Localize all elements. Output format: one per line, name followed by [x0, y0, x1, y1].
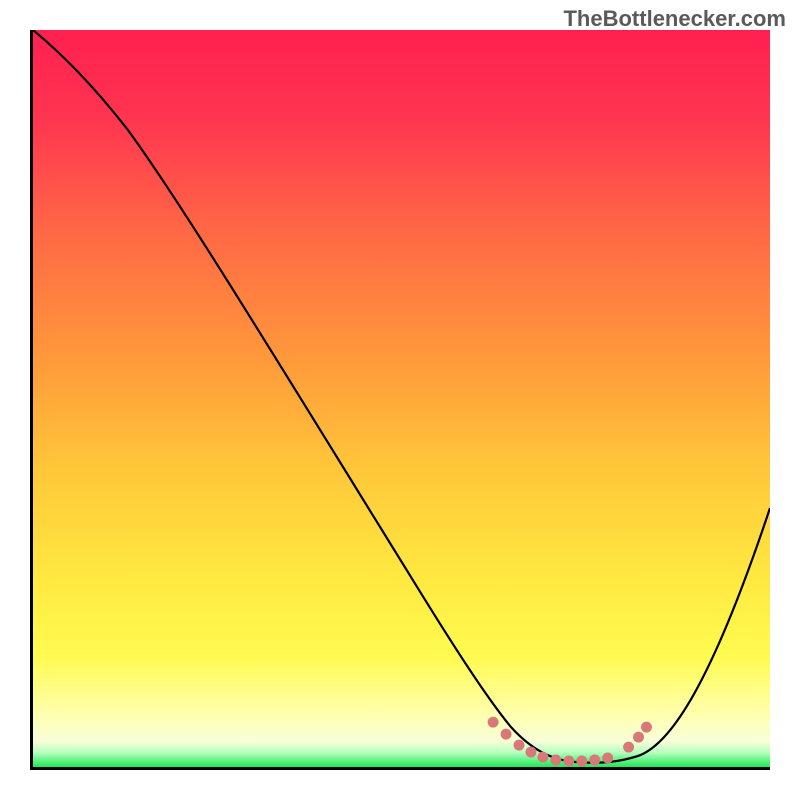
bottleneck-curve-line — [33, 30, 770, 763]
watermark-text: TheBottlenecker.com — [563, 6, 786, 32]
chart-plot-area — [30, 30, 770, 770]
curve-overlay — [33, 30, 770, 767]
